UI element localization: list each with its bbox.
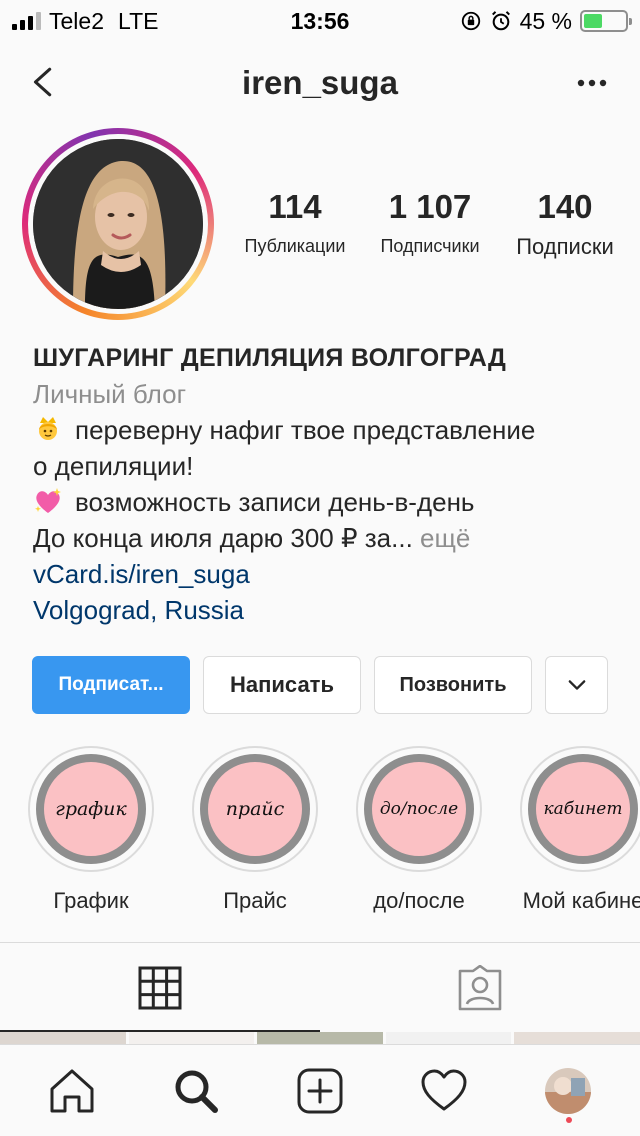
highlight-cover: график (36, 754, 146, 864)
princess-emoji-icon (39, 417, 57, 440)
back-button[interactable] (24, 62, 64, 102)
battery-percent: 45 % (519, 7, 572, 34)
add-post-icon (297, 1068, 343, 1113)
call-button[interactable]: Позвонить (374, 656, 532, 714)
highlight-label: до/после (373, 888, 465, 913)
stat-value: 1 107 (388, 188, 472, 225)
profile-website-link[interactable]: vCard.is/iren_suga (33, 556, 623, 592)
tagged-icon (458, 964, 502, 1010)
highlight-cover: прайс (200, 754, 310, 864)
highlight-item[interactable]: кабинет Мой кабине (520, 746, 640, 916)
more-horizontal-icon (577, 79, 607, 87)
bottom-navigation (0, 1044, 640, 1136)
bio-text-line: о депиляции! (33, 451, 194, 481)
profile-bio: ШУГАРИНГ ДЕПИЛЯЦИЯ ВОЛГОГРАД Личный блог… (33, 340, 623, 628)
tab-grid[interactable] (0, 943, 320, 1032)
highlight-cover-text: кабинет (543, 799, 623, 819)
profile-category: Личный блог (33, 379, 187, 409)
highlight-cover: кабинет (528, 754, 638, 864)
profile-actions: Подписат... Написать Позвонить (32, 656, 608, 714)
nav-home[interactable] (42, 1061, 102, 1121)
highlight-item[interactable]: график График (28, 746, 154, 916)
sparkling-heart-icon (35, 488, 61, 513)
bio-text-line: возможность записи день-в-день (75, 487, 475, 517)
stat-value: 114 (268, 188, 322, 225)
highlight-item[interactable]: до/после до/после (356, 746, 482, 916)
nav-activity[interactable] (414, 1061, 474, 1121)
stat-label: Подписки (516, 234, 614, 259)
profile-avatar (33, 139, 203, 309)
profile-stats: 114 Публикации 1 107 Подписчики 140 Подп… (240, 188, 620, 260)
profile-username: iren_suga (242, 64, 398, 101)
status-bar: Tele2 LTE 13:56 45 % (0, 0, 640, 42)
profile-location-link[interactable]: Volgograd, Russia (33, 592, 623, 628)
nav-search[interactable] (166, 1061, 226, 1121)
profile-header: iren_suga (0, 50, 640, 116)
nav-profile[interactable] (538, 1061, 598, 1123)
story-highlights: график График прайс Прайс до/после до/по… (28, 746, 640, 916)
signal-strength-icon (12, 12, 41, 30)
highlight-item[interactable]: прайс Прайс (192, 746, 318, 916)
highlight-cover-text: до/после (379, 799, 459, 819)
stat-label: Подписчики (380, 236, 480, 256)
notification-dot (566, 1116, 572, 1123)
profile-avatar-small (545, 1067, 591, 1114)
profile-display-name: ШУГАРИНГ ДЕПИЛЯЦИЯ ВОЛГОГРАД (33, 344, 507, 372)
alarm-icon (490, 10, 512, 32)
highlight-label: Мой кабине (522, 888, 640, 913)
nav-new-post[interactable] (290, 1061, 350, 1121)
bio-text-line: До конца июля дарю 300 ₽ за... (33, 523, 413, 553)
bio-text-line: переверну нафиг твое представление (75, 415, 536, 445)
network-type: LTE (117, 7, 159, 34)
chevron-left-icon (33, 67, 52, 97)
carrier-name: Tele2 (49, 7, 104, 34)
highlight-label: График (53, 888, 129, 913)
stat-followers[interactable]: 1 107 Подписчики (375, 188, 485, 260)
profile-tabs (0, 942, 640, 1032)
grid-icon (138, 966, 182, 1009)
stat-following[interactable]: 140 Подписки (510, 188, 620, 260)
battery-level (584, 14, 602, 28)
bio-more-link[interactable]: ещё (420, 523, 470, 553)
highlight-cover-text: график (55, 798, 127, 820)
chevron-down-icon (568, 680, 585, 690)
message-button[interactable]: Написать (203, 656, 361, 714)
highlight-cover: до/после (364, 754, 474, 864)
highlight-label: Прайс (223, 888, 287, 913)
follow-button[interactable]: Подписат... (32, 656, 190, 714)
heart-icon (421, 1069, 467, 1110)
profile-avatar-story-ring[interactable] (22, 128, 214, 320)
stat-value: 140 (537, 188, 593, 225)
suggested-accounts-button[interactable] (545, 656, 608, 714)
highlight-cover-text: прайс (225, 798, 285, 820)
options-button[interactable] (572, 68, 612, 98)
orientation-lock-icon (460, 10, 482, 32)
search-icon (175, 1070, 218, 1113)
stat-posts[interactable]: 114 Публикации (240, 188, 350, 260)
tab-tagged[interactable] (320, 943, 640, 1032)
stat-label: Публикации (244, 236, 346, 256)
battery-icon (580, 10, 632, 32)
home-icon (50, 1069, 94, 1112)
